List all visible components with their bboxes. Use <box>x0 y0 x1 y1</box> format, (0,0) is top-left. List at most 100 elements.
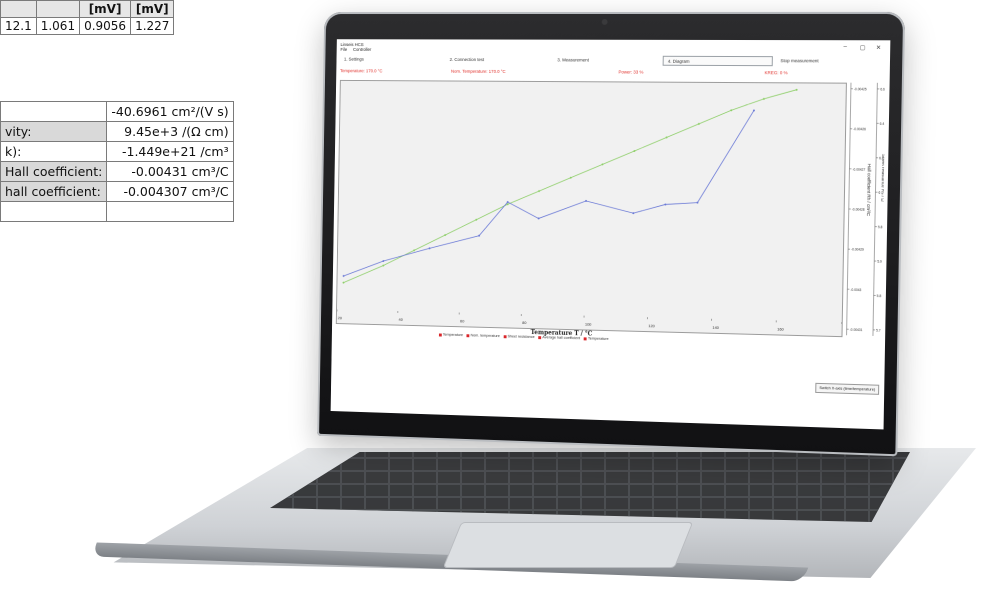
result-label: Hall coefficient: <box>0 161 108 182</box>
header-cell <box>0 0 37 18</box>
data-point <box>752 109 755 112</box>
data-point <box>697 122 700 125</box>
legend-entry: Temperature <box>587 336 609 341</box>
x-tick-label: 60 <box>460 318 465 323</box>
table-header-row: [mV] [mV] <box>0 0 175 18</box>
legend-marker <box>466 333 470 337</box>
maximize-icon[interactable]: ▢ <box>860 44 866 51</box>
data-point <box>664 203 667 206</box>
rs-tick-label: 6.4 <box>880 122 885 126</box>
result-label: k): <box>0 141 108 162</box>
table-cell: 1.061 <box>35 17 81 35</box>
hall-axis-title: Hall coefficient Rh / cm³/C <box>866 164 872 216</box>
legend-entry: Nom. temperature <box>470 333 500 339</box>
result-value: 9.45e+3 /(Ω cm) <box>106 121 234 142</box>
rs-tick-label: 5.7 <box>876 328 881 332</box>
tab-settings[interactable]: 1. Settings <box>340 55 442 65</box>
series-line <box>344 107 754 285</box>
result-row: -40.6961 cm²/(V s) <box>0 101 234 122</box>
rs-tick-label: 5.8 <box>878 225 883 229</box>
hall-tick-label: -0.00429 <box>851 248 864 252</box>
data-point <box>632 212 635 215</box>
tab-bar: 1. Settings 2. Connection test 3. Measur… <box>340 55 886 67</box>
x-tick-label: 100 <box>585 321 592 326</box>
table-row: 12.1 1.061 0.9056 1.227 <box>0 17 175 35</box>
switch-x-axis-button[interactable]: Switch X-axis (time/temperature) <box>815 382 880 395</box>
result-value: -1.449e+21 /cm³ <box>106 141 234 162</box>
hall-tick-label: -0.00431 <box>850 328 863 332</box>
hall-tick-label: -0.00426 <box>853 127 866 131</box>
data-point <box>428 247 431 250</box>
result-label: hall coefficient: <box>0 181 108 202</box>
x-tick-label: 120 <box>648 323 655 328</box>
legend-entry: Average hall coefficient <box>542 335 581 341</box>
x-tick-label: 20 <box>338 315 343 320</box>
table-cell: 1.227 <box>130 17 175 35</box>
header-cell <box>35 0 81 18</box>
result-value <box>106 201 234 222</box>
result-label: vity: <box>0 121 108 142</box>
result-value: -0.00431 cm³/C <box>106 161 234 182</box>
result-row: Hall coefficient: -0.00431 cm³/C <box>0 161 234 182</box>
camera-icon <box>601 18 608 25</box>
stop-measurement-button[interactable]: Stop measurement <box>776 56 886 66</box>
legend-marker <box>584 336 587 340</box>
result-value: -40.6961 cm²/(V s) <box>106 101 234 122</box>
data-point <box>729 109 732 112</box>
result-row: vity: 9.45e+3 /(Ω cm) <box>0 121 234 142</box>
rs-tick-label: 6 <box>878 191 880 195</box>
legend-marker <box>438 333 442 337</box>
kreg-status: KREG: 0 % <box>764 70 788 76</box>
result-row <box>0 201 234 222</box>
laptop-screen: Linseis HCS File Controller – ▢ ✕ 1. Set… <box>330 39 891 430</box>
nom-temperature-status: Nom. Temperature: 170.0 °C <box>450 68 506 74</box>
legend-entry: Sheet resistance <box>507 334 535 340</box>
laptop-trackpad <box>442 522 694 568</box>
menu-file[interactable]: File <box>340 47 347 52</box>
x-tick-label: 160 <box>777 326 785 331</box>
result-row: k): -1.449e+21 /cm³ <box>0 141 234 162</box>
menu-controller[interactable]: Controller <box>353 47 371 52</box>
x-tick-label: 80 <box>522 320 527 325</box>
chart-svg: 20 40 60 80 100 120 140 160 180 <box>337 81 846 333</box>
right-axes: -0.00425 -0.00426 -0.00427 -0.00428 -0.00429… <box>843 83 886 336</box>
header-cell: [mV] <box>79 0 132 18</box>
close-icon[interactable]: ✕ <box>876 44 881 51</box>
rs-tick-label: 5.8 <box>877 294 882 298</box>
series-line <box>343 87 796 293</box>
table-cell: 12.1 <box>0 17 37 35</box>
hall-tick-label: -0.00427 <box>852 167 865 171</box>
tab-connection-test[interactable]: 2. Connection test <box>446 55 550 65</box>
rs-axis-title: Sheet resistance Rs / Ω <box>880 154 885 203</box>
legend-marker <box>538 335 542 339</box>
data-point <box>795 88 798 91</box>
rs-tick-label: 6.6 <box>880 87 885 91</box>
data-point <box>585 199 588 202</box>
status-row: Temperature: 170.0 °C Nom. Temperature: … <box>340 68 886 77</box>
minimize-icon[interactable]: – <box>843 44 846 50</box>
results-table: -40.6961 cm²/(V s) vity: 9.45e+3 /(Ω cm)… <box>0 101 234 222</box>
x-tick-label: 140 <box>712 325 720 330</box>
result-label <box>0 201 108 222</box>
hall-tick-label: -0.00428 <box>852 207 865 211</box>
legend-entry: Temperature <box>442 332 464 338</box>
diagram-plot-area[interactable]: 20 40 60 80 100 120 140 160 180 <box>335 79 847 338</box>
header-cell: [mV] <box>130 0 175 18</box>
data-point <box>762 97 765 100</box>
table-cell: 0.9056 <box>79 17 132 35</box>
data-point <box>665 136 668 139</box>
result-row: hall coefficient: -0.004307 cm³/C <box>0 181 234 202</box>
result-label <box>0 101 108 122</box>
hall-tick-label: -0.00425 <box>854 87 867 91</box>
x-tick-label: 40 <box>399 317 404 322</box>
power-status: Power: 33 % <box>618 69 644 75</box>
rs-tick-label: 5.9 <box>877 260 882 264</box>
tab-measurement[interactable]: 3. Measurement <box>553 55 659 65</box>
data-point <box>342 274 345 277</box>
legend-marker <box>503 334 507 338</box>
data-point <box>382 260 385 262</box>
title-bar: Linseis HCS File Controller – ▢ ✕ <box>337 39 891 54</box>
laptop-lid: Linseis HCS File Controller – ▢ ✕ 1. Set… <box>317 11 906 457</box>
hall-tick-label: -0.0043 <box>850 288 861 292</box>
tab-diagram[interactable]: 4. Diagram <box>662 55 773 67</box>
